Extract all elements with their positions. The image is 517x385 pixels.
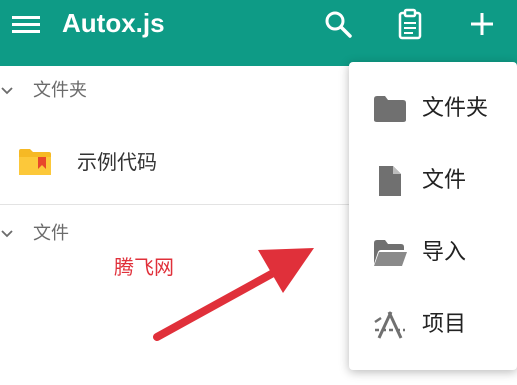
section-header-files[interactable]: 文件 — [0, 214, 350, 254]
menu-item-file[interactable]: 文件 — [349, 151, 517, 211]
menu-item-folder[interactable]: 文件夹 — [349, 79, 517, 139]
app-title: Autox.js — [62, 8, 165, 38]
clipboard-icon[interactable] — [392, 6, 428, 42]
menu-icon[interactable] — [8, 10, 44, 38]
section-header-folders[interactable]: 文件夹 — [0, 71, 350, 111]
search-icon[interactable] — [320, 6, 356, 42]
menu-item-label: 导入 — [422, 240, 467, 265]
menu-item-label: 文件 — [422, 168, 467, 193]
file-icon — [373, 166, 407, 196]
watermark-text: 腾飞网 — [114, 255, 174, 279]
folder-icon — [18, 148, 52, 176]
section-label: 文件夹 — [33, 80, 87, 101]
project-icon — [373, 310, 407, 340]
app-bar: Autox.js — [0, 0, 517, 66]
folder-open-icon — [373, 238, 407, 268]
list-item[interactable]: 示例代码 — [0, 120, 350, 204]
menu-item-project[interactable]: 项目 — [349, 295, 517, 355]
section-label: 文件 — [33, 223, 69, 244]
add-icon[interactable] — [464, 6, 500, 42]
popup-menu: 文件夹 文件 导入 项目 — [349, 62, 517, 370]
chevron-down-icon — [0, 83, 14, 97]
folder-name: 示例代码 — [77, 150, 157, 174]
folder-icon — [373, 94, 407, 124]
menu-item-label: 文件夹 — [422, 96, 489, 121]
menu-item-import[interactable]: 导入 — [349, 223, 517, 283]
chevron-down-icon — [0, 226, 14, 240]
menu-item-label: 项目 — [422, 312, 467, 337]
